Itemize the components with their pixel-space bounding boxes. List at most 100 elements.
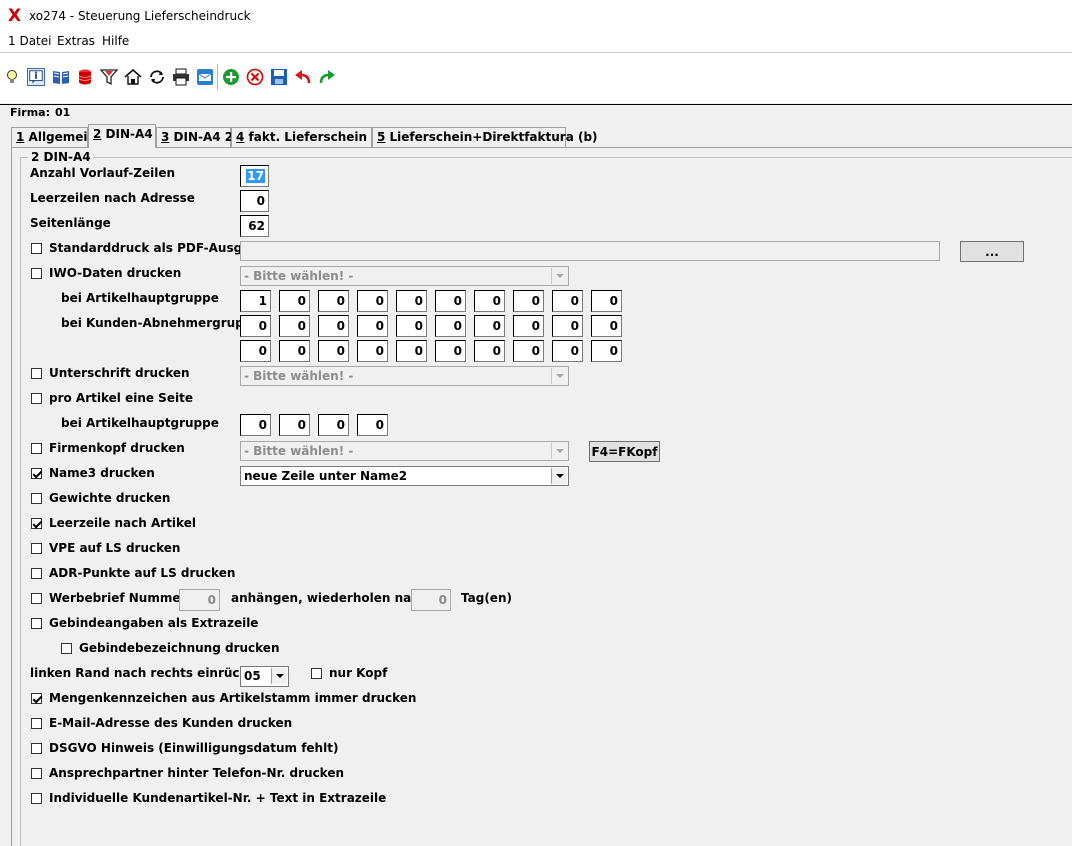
home-icon[interactable]: [124, 68, 142, 86]
pro-artikel-checkbox[interactable]: [31, 393, 42, 404]
iwo-row2-input[interactable]: 0: [357, 315, 388, 337]
tab-din-a4-2[interactable]: 3 DIN-A4 2: [156, 127, 233, 147]
leerzeilen-label: Leerzeilen nach Adresse: [30, 191, 195, 205]
mengen-checkbox[interactable]: [31, 693, 42, 704]
iwo-row3-input[interactable]: 0: [240, 340, 271, 362]
werbebrief-nummer-input[interactable]: 0: [179, 589, 220, 611]
gebindebez-checkbox[interactable]: [61, 643, 72, 654]
vpe-checkbox[interactable]: [31, 543, 42, 554]
iwo-row2-input[interactable]: 0: [240, 315, 271, 337]
iwo-row2-input[interactable]: 0: [435, 315, 466, 337]
tab-din-a4[interactable]: 2 DIN-A4: [88, 124, 156, 148]
tab-allgemein[interactable]: 1 Allgemein: [11, 127, 96, 147]
filter-icon[interactable]: [100, 68, 118, 86]
iwo-row2-input[interactable]: 0: [513, 315, 544, 337]
iwo-row3-input[interactable]: 0: [591, 340, 622, 362]
book-icon[interactable]: [52, 68, 70, 86]
email-checkbox[interactable]: [31, 718, 42, 729]
iwo-row1-input[interactable]: 0: [591, 290, 622, 312]
rand-label: linken Rand nach rechts einrücken: [30, 666, 264, 680]
pro-artikel-input[interactable]: 0: [318, 414, 349, 436]
iwo-row3-input[interactable]: 0: [435, 340, 466, 362]
chevron-down-icon: [271, 668, 287, 684]
add-icon[interactable]: [222, 68, 240, 86]
werbebrief-tage-input[interactable]: 0: [411, 589, 451, 611]
leerzeilen-input[interactable]: 0: [240, 190, 269, 212]
iwo-row2-input[interactable]: 0: [552, 315, 583, 337]
adr-label: ADR-Punkte auf LS drucken: [49, 566, 236, 580]
ansprech-checkbox[interactable]: [31, 768, 42, 779]
iwo-row3-input[interactable]: 0: [357, 340, 388, 362]
iwo-row3-input[interactable]: 0: [279, 340, 310, 362]
individuell-checkbox[interactable]: [31, 793, 42, 804]
iwo-row3-input[interactable]: 0: [513, 340, 544, 362]
iwo-row1-input[interactable]: 0: [435, 290, 466, 312]
iwo-select-value: - Bitte wählen! -: [244, 269, 354, 283]
dsgvo-checkbox[interactable]: [31, 743, 42, 754]
firmenkopf-select[interactable]: - Bitte wählen! -: [240, 441, 569, 461]
iwo-row2-input[interactable]: 0: [318, 315, 349, 337]
menu-datei[interactable]: 1 Datei: [8, 34, 51, 48]
iwo-row1-input[interactable]: 0: [513, 290, 544, 312]
name3-select[interactable]: neue Zeile unter Name2: [240, 466, 569, 486]
iwo-row1-input[interactable]: 1: [240, 290, 271, 312]
standarddruck-checkbox[interactable]: [31, 243, 42, 254]
mail-icon[interactable]: [196, 68, 214, 86]
info-icon[interactable]: [27, 68, 45, 86]
group-title: 2 DIN-A4: [28, 150, 94, 164]
gebindebez-label: Gebindebezeichnung drucken: [79, 641, 280, 655]
redo-icon[interactable]: [318, 68, 336, 86]
save-icon[interactable]: [270, 68, 288, 86]
unterschrift-select[interactable]: - Bitte wählen! -: [240, 366, 569, 386]
iwo-select[interactable]: - Bitte wählen! -: [240, 266, 569, 286]
firmenkopf-checkbox[interactable]: [31, 443, 42, 454]
browse-button[interactable]: ...: [960, 241, 1024, 262]
iwo-row2-input[interactable]: 0: [279, 315, 310, 337]
f4-fkopf-button[interactable]: F4=FKopf: [589, 441, 660, 462]
menu-extras[interactable]: Extras: [57, 34, 95, 48]
lightbulb-icon[interactable]: [3, 68, 21, 86]
iwo-row2-input[interactable]: 0: [474, 315, 505, 337]
pro-artikel-input[interactable]: 0: [279, 414, 310, 436]
iwo-checkbox[interactable]: [31, 268, 42, 279]
gewichte-checkbox[interactable]: [31, 493, 42, 504]
gebinde-checkbox[interactable]: [31, 618, 42, 629]
database-icon[interactable]: [76, 68, 94, 86]
menu-hilfe[interactable]: Hilfe: [102, 34, 129, 48]
vorlauf-input[interactable]: 17: [240, 165, 269, 187]
leerzeile-checkbox[interactable]: [31, 518, 42, 529]
tab-lieferschein-direktfaktura[interactable]: 5 Lieferschein+Direktfaktura (b): [372, 127, 598, 147]
iwo-row3-input[interactable]: 0: [318, 340, 349, 362]
werbebrief-mid-label: anhängen, wiederholen nach: [231, 591, 427, 605]
nur-kopf-checkbox[interactable]: [311, 668, 322, 679]
iwo-row1-input[interactable]: 0: [396, 290, 427, 312]
pro-artikel-input[interactable]: 0: [357, 414, 388, 436]
gebinde-label: Gebindeangaben als Extrazeile: [49, 616, 259, 630]
iwo-row1-input[interactable]: 0: [279, 290, 310, 312]
refresh-icon[interactable]: [148, 68, 166, 86]
iwo-row2-input[interactable]: 0: [396, 315, 427, 337]
pro-artikel-input[interactable]: 0: [240, 414, 271, 436]
iwo-row2-input[interactable]: 0: [591, 315, 622, 337]
unterschrift-checkbox[interactable]: [31, 368, 42, 379]
iwo-row3-input[interactable]: 0: [552, 340, 583, 362]
unterschrift-select-value: - Bitte wählen! -: [244, 369, 354, 383]
iwo-row1-input[interactable]: 0: [552, 290, 583, 312]
werbebrief-checkbox[interactable]: [31, 593, 42, 604]
iwo-row3-input[interactable]: 0: [474, 340, 505, 362]
name3-checkbox[interactable]: [31, 468, 42, 479]
iwo-row1-input[interactable]: 0: [357, 290, 388, 312]
tab-fakt-lieferschein[interactable]: 4 fakt. Lieferschein (a): [231, 127, 390, 147]
seitenlaenge-input[interactable]: 62: [240, 215, 269, 237]
iwo-row1-input[interactable]: 0: [474, 290, 505, 312]
rand-select[interactable]: 05: [240, 666, 289, 687]
adr-checkbox[interactable]: [31, 568, 42, 579]
iwo-row1-input[interactable]: 0: [318, 290, 349, 312]
printer-icon[interactable]: [172, 68, 190, 86]
delete-icon[interactable]: [246, 68, 264, 86]
iwo-row3-input[interactable]: 0: [396, 340, 427, 362]
pdf-path-input[interactable]: [240, 241, 940, 261]
vorlauf-value: 17: [246, 169, 265, 183]
undo-icon[interactable]: [294, 68, 312, 86]
email-label: E-Mail-Adresse des Kunden drucken: [49, 716, 293, 730]
